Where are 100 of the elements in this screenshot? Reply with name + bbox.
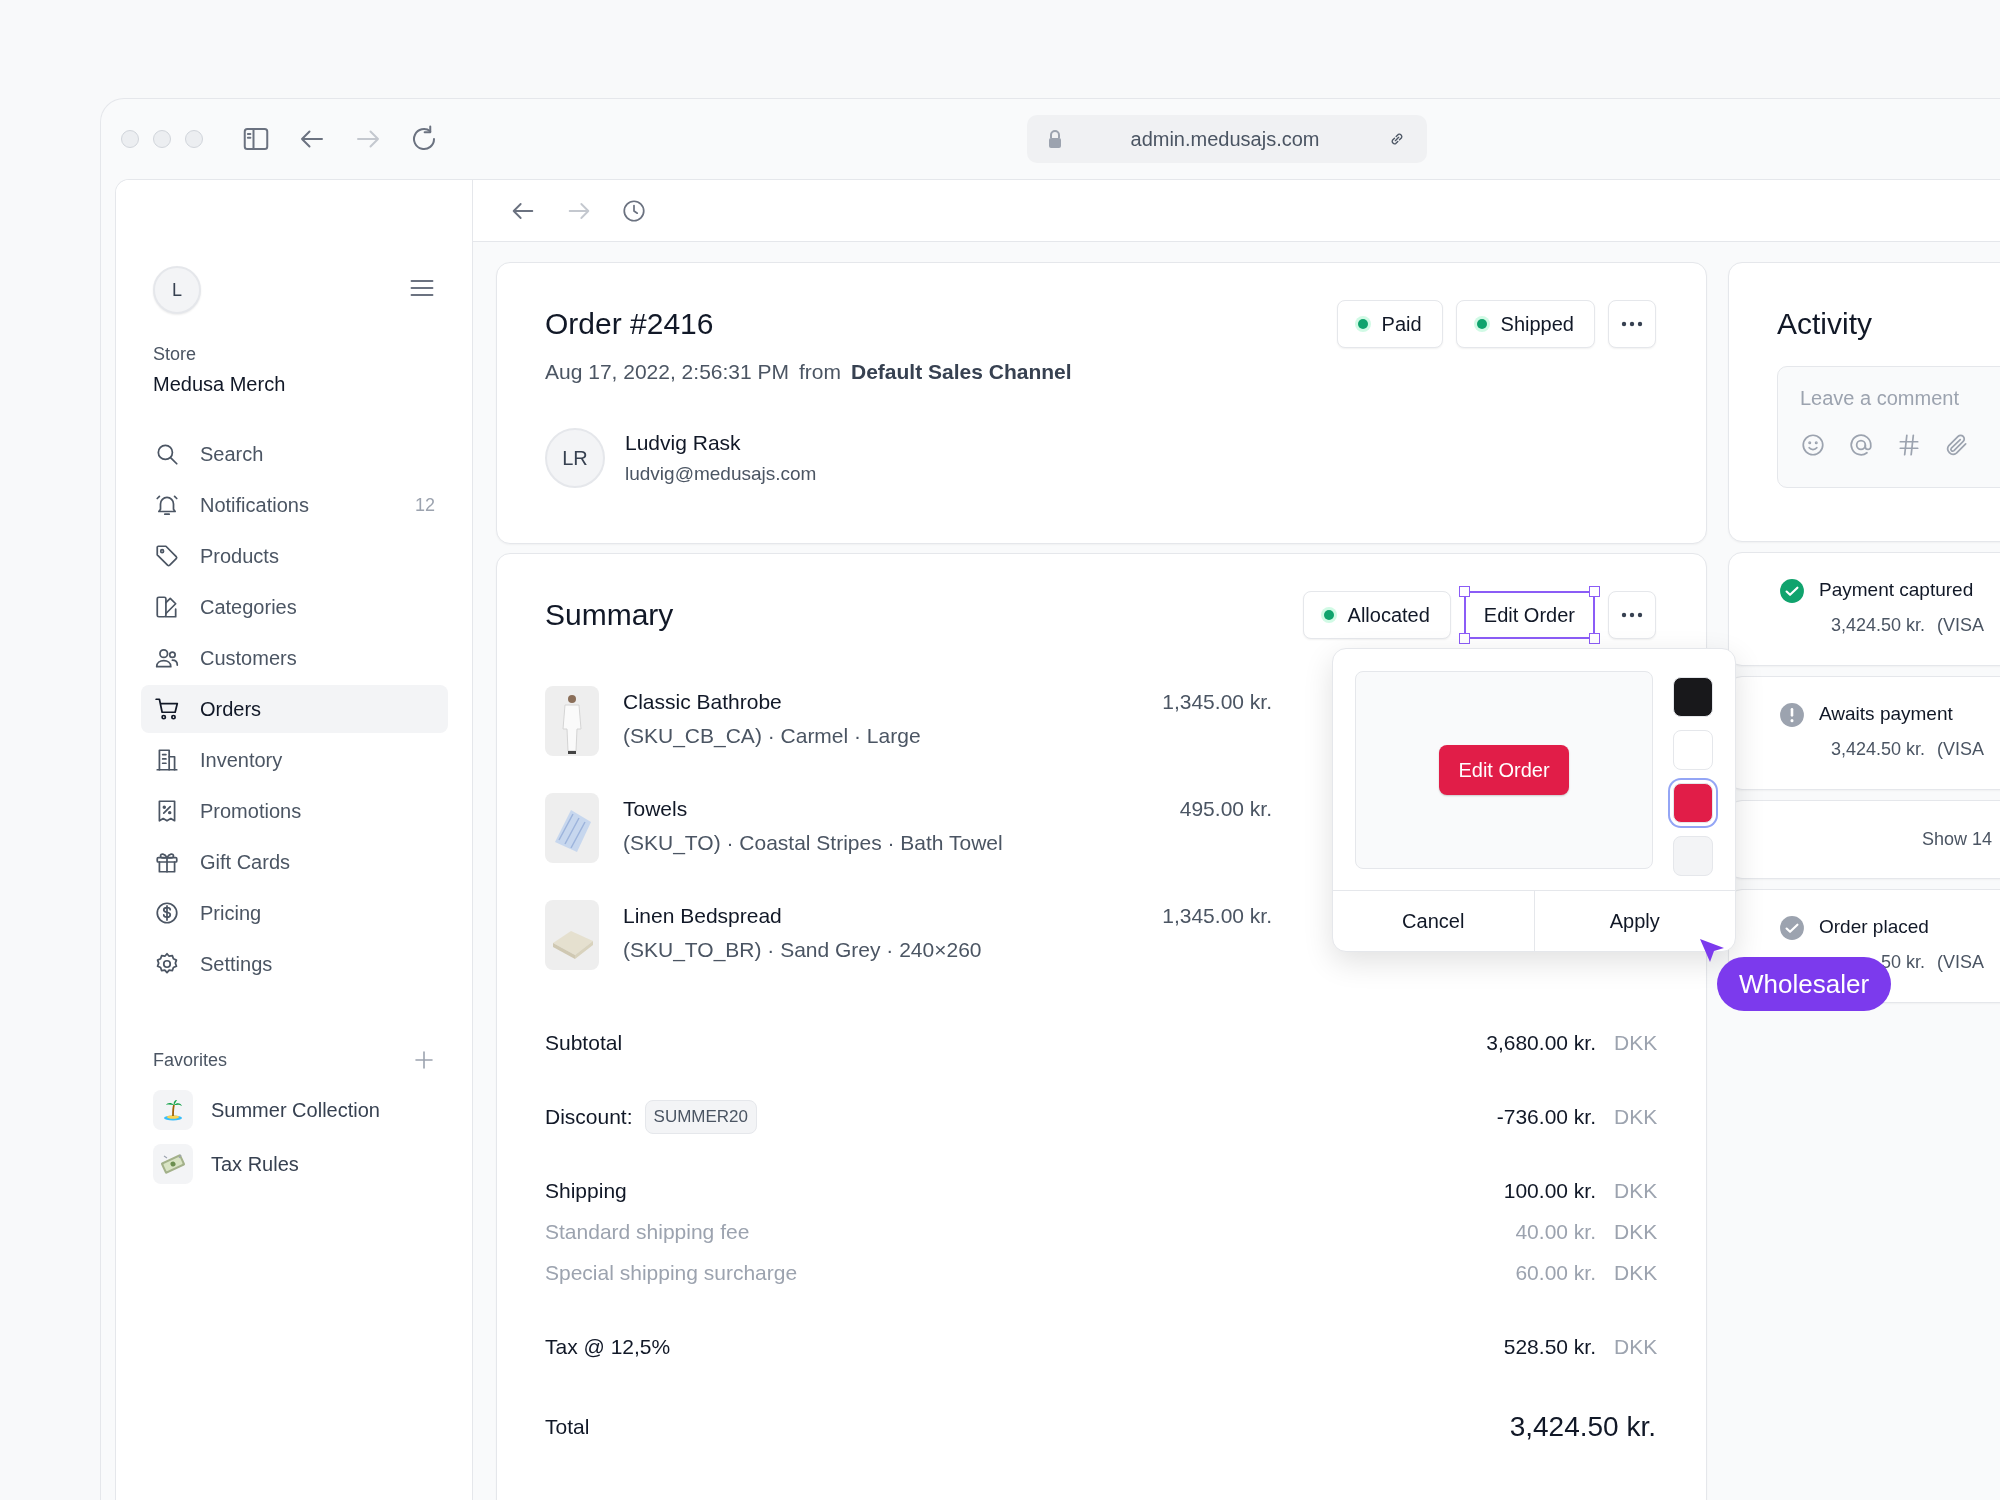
customer-email: ludvig@medusajs.com <box>625 463 817 485</box>
sales-channel: Default Sales Channel <box>851 360 1072 384</box>
sidebar-item[interactable]: Products <box>141 532 448 580</box>
line-amount: 100.00 kr. <box>1503 1178 1596 1203</box>
total-label: Total <box>545 1415 591 1439</box>
order-date: Aug 17, 2022, 2:56:31 PM <box>545 360 789 384</box>
sidebar-item[interactable]: Orders <box>141 685 448 733</box>
favorites-heading: Favorites <box>153 1049 228 1071</box>
address-bar[interactable]: admin.medusajs.com <box>1027 115 1427 163</box>
line-label: Discount: <box>545 1104 633 1129</box>
payment-method: (VISA <box>1937 952 1984 973</box>
clock-icon[interactable] <box>621 197 647 224</box>
sidebar-item[interactable]: Customers <box>141 634 448 682</box>
line-label: Subtotal <box>545 1030 623 1055</box>
payment-method: (VISA <box>1937 739 1984 760</box>
comment-field[interactable]: Leave a comment <box>1800 387 2000 410</box>
exclamation-circle-icon <box>1779 702 1805 728</box>
sidebar-item[interactable]: Gift Cards <box>141 838 448 886</box>
line-amount: 40.00 kr. <box>1515 1219 1596 1244</box>
product-variant: (SKU_TO_BR) · Sand Grey · 240×260 <box>623 938 983 962</box>
product-price: 1,345.00 kr. <box>1162 689 1272 714</box>
product-name: Linen Bedspread <box>623 904 783 928</box>
check-circle-icon <box>1779 915 1805 941</box>
notification-count: 12 <box>414 494 435 516</box>
customer-avatar: LR <box>545 428 605 488</box>
search-icon <box>154 441 180 467</box>
store-label: Store <box>152 344 198 365</box>
sidebar-item[interactable]: Categories <box>141 583 448 631</box>
building-icon <box>154 747 180 773</box>
from-label: from <box>799 360 841 384</box>
activity-title: Activity <box>1777 306 1873 342</box>
event-amount: 50 kr. <box>1879 952 1925 973</box>
discount-code: SUMMER20 <box>644 1099 757 1134</box>
selection-handle[interactable] <box>1458 633 1470 644</box>
sidebar-item[interactable]: Promotions <box>141 787 448 835</box>
shapes-icon <box>154 594 180 620</box>
product-price: 495.00 kr. <box>1179 796 1272 821</box>
cart-icon <box>154 696 180 722</box>
color-swatch[interactable] <box>1673 677 1713 717</box>
favorite-item[interactable]: Summer Collection <box>141 1090 448 1130</box>
more-icon <box>1621 612 1643 618</box>
event-title: Awaits payment <box>1819 703 1954 725</box>
tag-icon <box>154 543 180 569</box>
product-variant: (SKU_TO) · Coastal Stripes · Bath Towel <box>623 831 1004 855</box>
selection-handle[interactable] <box>1458 586 1470 597</box>
status-button[interactable]: Paid <box>1336 300 1443 348</box>
line-amount: 60.00 kr. <box>1515 1260 1596 1285</box>
product-name: Classic Bathrobe <box>623 690 783 714</box>
event-amount: 3,424.50 kr. <box>1829 739 1925 760</box>
product-variant: (SKU_CB_CA) · Carmel · Large <box>623 724 922 748</box>
more-button[interactable] <box>1608 300 1656 348</box>
currency-label: DKK <box>1614 1334 1656 1359</box>
line-label: Shipping <box>545 1178 627 1203</box>
line-label: Tax @ 12,5% <box>545 1334 671 1359</box>
currency-label: DKK <box>1614 1219 1656 1244</box>
line-amount: 528.50 kr. <box>1503 1334 1596 1359</box>
palm-tree-icon <box>161 1098 185 1122</box>
sidebar-item[interactable]: Pricing <box>141 889 448 937</box>
line-label: Special shipping surcharge <box>545 1260 798 1285</box>
button-preview[interactable]: Edit Order <box>1439 745 1569 795</box>
cancel-button[interactable]: Cancel <box>1333 891 1534 951</box>
plus-icon[interactable] <box>412 1048 436 1072</box>
line-label: Standard shipping fee <box>545 1219 750 1244</box>
currency-label: DKK <box>1614 1104 1656 1129</box>
edit-order-button[interactable]: Edit Order <box>1463 591 1595 639</box>
total-amount: 3,424.50 kr. <box>1509 1411 1656 1443</box>
payment-method: (VISA <box>1937 615 1984 636</box>
emoji-icon[interactable] <box>1800 432 1826 458</box>
at-sign-icon[interactable] <box>1848 432 1874 458</box>
status-button[interactable]: Allocated <box>1302 591 1451 639</box>
summary-title: Summary <box>545 598 675 632</box>
store-avatar[interactable]: L <box>153 266 201 314</box>
store-name: Medusa Merch <box>152 373 287 396</box>
status-button[interactable]: Shipped <box>1455 300 1595 348</box>
sidebar-item[interactable]: Settings <box>141 940 448 988</box>
event-title: Payment captured <box>1819 579 1975 601</box>
more-icon <box>1621 321 1643 327</box>
sidebar-item[interactable]: Notifications 12 <box>141 481 448 529</box>
product-name: Towels <box>623 797 689 821</box>
show-more-link[interactable]: Show 14 <box>1922 829 1993 850</box>
more-button[interactable] <box>1608 591 1656 639</box>
color-swatch[interactable] <box>1673 730 1713 770</box>
currency-label: DKK <box>1614 1260 1656 1285</box>
customer-name: Ludvig Rask <box>625 431 742 455</box>
lock-icon <box>1047 129 1063 149</box>
sidebar-item[interactable]: Inventory <box>141 736 448 784</box>
cursor-icon <box>1698 937 1726 964</box>
color-swatch[interactable] <box>1673 836 1713 876</box>
line-amount: 3,680.00 kr. <box>1486 1030 1596 1055</box>
event-title: Order placed <box>1819 916 1930 938</box>
currency-label: DKK <box>1614 1178 1656 1203</box>
selection-handle[interactable] <box>1589 586 1600 597</box>
selection-handle[interactable] <box>1589 633 1600 644</box>
product-price: 1,345.00 kr. <box>1162 903 1272 928</box>
sidebar-item[interactable]: Search <box>141 430 448 478</box>
event-amount: 3,424.50 kr. <box>1829 615 1925 636</box>
favorite-item[interactable]: Tax Rules <box>141 1144 448 1184</box>
check-circle-icon <box>1779 578 1805 604</box>
line-amount: -736.00 kr. <box>1496 1104 1596 1129</box>
currency-label: DKK <box>1614 1030 1656 1055</box>
